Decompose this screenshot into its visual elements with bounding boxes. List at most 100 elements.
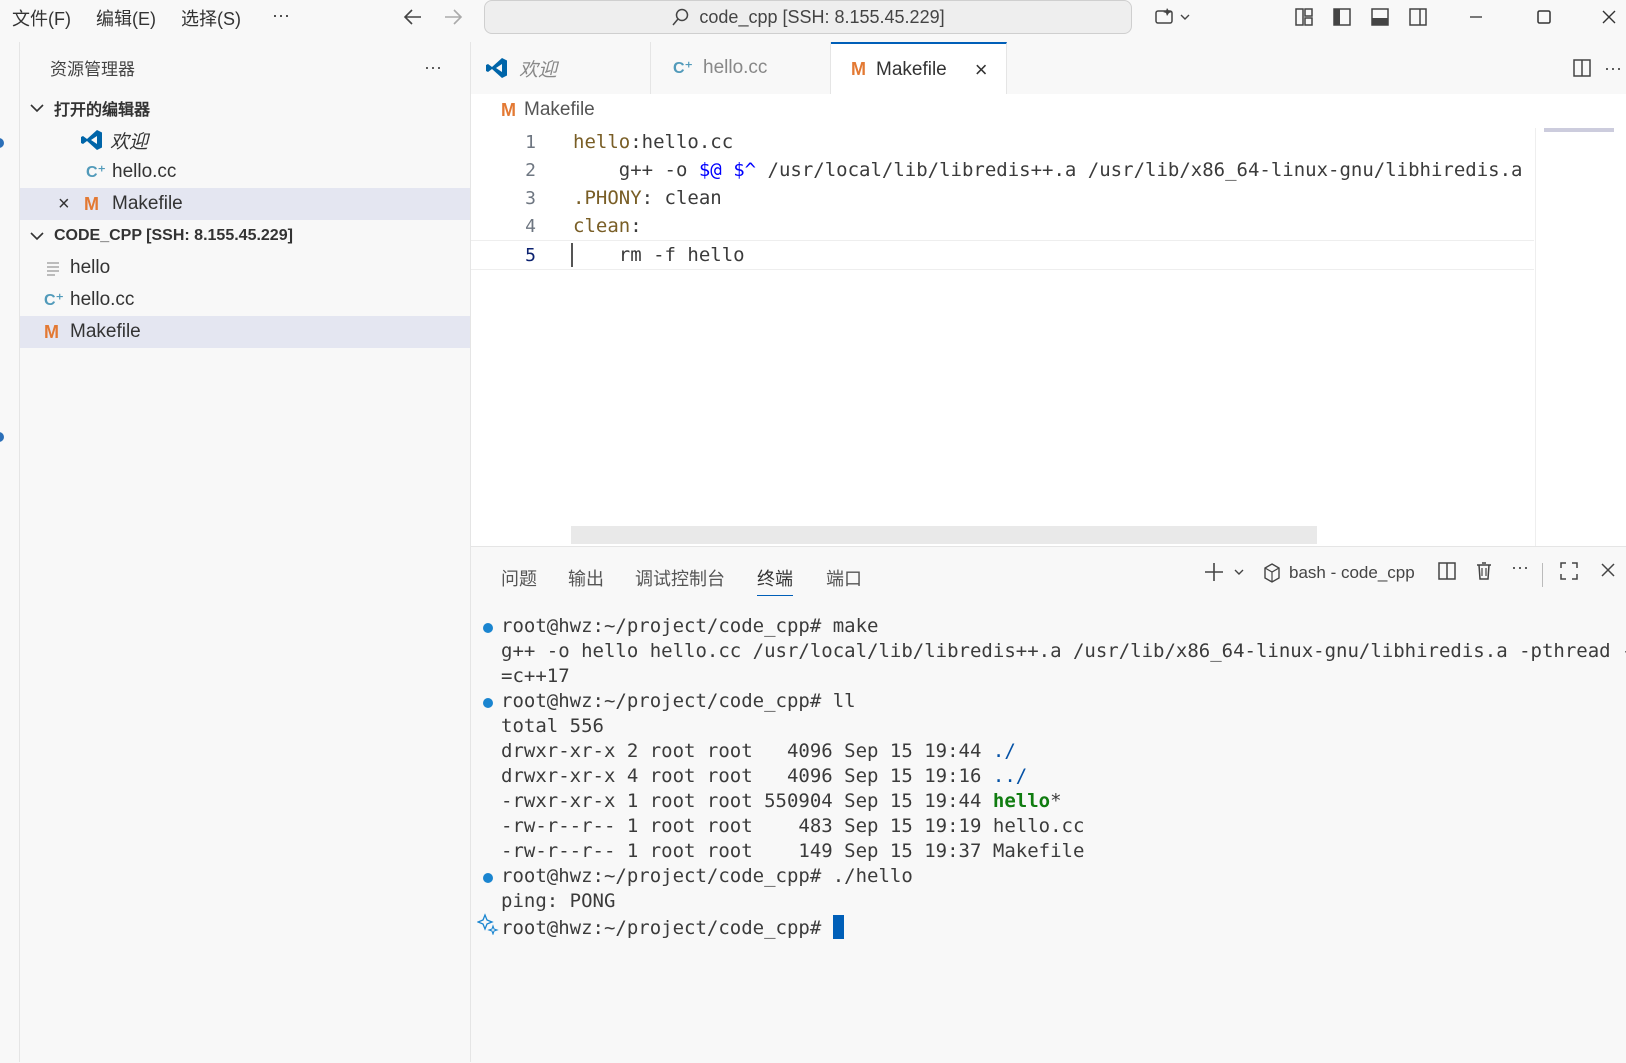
minimize-icon[interactable]	[1456, 0, 1496, 38]
sparkle-icon[interactable]	[477, 913, 499, 935]
open-editor-item[interactable]: C⁺ hello.cc	[20, 156, 470, 188]
breadcrumb[interactable]: M Makefile	[471, 94, 595, 126]
ls-suffix: *	[1050, 790, 1062, 812]
code-text: rm -f hello	[573, 244, 745, 266]
minimap[interactable]	[1535, 128, 1626, 546]
tab-output[interactable]: 输出	[568, 565, 604, 591]
activity-indicator[interactable]	[0, 432, 4, 442]
code-text: g++ -o	[573, 159, 699, 181]
toggle-panel-icon[interactable]	[1366, 0, 1394, 38]
tab-close-icon[interactable]: ×	[975, 57, 988, 83]
new-terminal-icon[interactable]	[1203, 561, 1249, 583]
file-label: Makefile	[70, 321, 141, 342]
menu-file[interactable]: 文件(F)	[12, 5, 71, 31]
activity-bar	[0, 42, 20, 1062]
makefile-icon: M	[44, 321, 59, 342]
editor-more-icon[interactable]: ···	[1601, 42, 1625, 94]
prompt: root@hwz:~/project/code_cpp#	[501, 615, 833, 637]
ls-meta: -rw-r--r-- 1 root root 149 Sep 15 19:37	[501, 840, 993, 862]
makefile-icon: M	[84, 193, 99, 214]
terminal-line: -rw-r--r-- 1 root root 483 Sep 15 19:19 …	[501, 815, 1084, 841]
horizontal-scrollbar[interactable]	[571, 526, 1317, 544]
close-icon[interactable]: ×	[58, 193, 84, 216]
code-line-active[interactable]: 5 rm -f hello	[471, 240, 1534, 270]
minimap-content	[1544, 128, 1614, 132]
ls-meta: drwxr-xr-x 2 root root 4096 Sep 15 19:44	[501, 740, 993, 762]
code-text: /usr/local/lib/libredis++.a /usr/lib/x86…	[756, 159, 1523, 181]
command-status-dot	[483, 873, 493, 883]
terminal-line: root@hwz:~/project/code_cpp# ./hello	[501, 865, 913, 891]
terminal-name: bash - code_cpp	[1289, 563, 1415, 582]
window-close-icon[interactable]	[1592, 0, 1626, 38]
tab-label: 欢迎	[519, 59, 558, 81]
tab-ports[interactable]: 端口	[826, 565, 862, 591]
maximize-panel-icon[interactable]	[1559, 561, 1579, 581]
toggle-sidebar-icon[interactable]	[1328, 0, 1356, 38]
menu-selection[interactable]: 选择(S)	[181, 5, 241, 31]
terminal-line[interactable]: root@hwz:~/project/code_cpp#	[501, 915, 844, 941]
open-editor-item[interactable]: × M Makefile	[20, 188, 470, 220]
file-item[interactable]: C⁺ hello.cc	[20, 284, 470, 316]
command-center[interactable]: code_cpp [SSH: 8.155.45.229]	[484, 0, 1132, 34]
code-line[interactable]: 3 .PHONY: clean	[471, 184, 1531, 212]
terminal-line: drwxr-xr-x 2 root root 4096 Sep 15 19:44…	[501, 740, 1016, 766]
open-editor-label: Makefile	[112, 193, 183, 214]
close-panel-icon[interactable]	[1599, 561, 1617, 579]
line-number: 2	[525, 159, 536, 181]
file-label: hello	[70, 257, 111, 278]
cpp-icon: C⁺	[44, 292, 64, 309]
code-line[interactable]: 2 g++ -o $@ $^ /usr/local/lib/libredis++…	[471, 156, 1531, 184]
maximize-icon[interactable]	[1524, 0, 1564, 38]
terminal-line: root@hwz:~/project/code_cpp# ll	[501, 690, 856, 716]
make-target: .PHONY	[573, 187, 642, 209]
code-text: : clean	[641, 187, 722, 209]
code-editor[interactable]: M Makefile 1 hello:hello.cc 2 g++ -o $@ …	[471, 94, 1626, 546]
tab-makefile[interactable]: M Makefile ×	[831, 42, 1007, 95]
panel-more-icon[interactable]: ···	[1511, 557, 1529, 578]
terminal-icon	[1263, 563, 1281, 583]
ls-meta: -rwxr-xr-x 1 root root 550904 Sep 15 19:…	[501, 790, 993, 812]
copilot-icon[interactable]	[1150, 0, 1196, 38]
code-line[interactable]: 1 hello:hello.cc	[471, 128, 1531, 156]
terminal-line: -rw-r--r-- 1 root root 149 Sep 15 19:37 …	[501, 840, 1084, 866]
ls-name: Makefile	[992, 840, 1085, 862]
file-label: hello.cc	[70, 289, 135, 310]
folder-section[interactable]: CODE_CPP [SSH: 8.155.45.229]	[20, 220, 470, 252]
make-target: hello	[573, 131, 631, 153]
terminal-selector[interactable]: bash - code_cpp	[1263, 563, 1415, 583]
split-terminal-icon[interactable]	[1437, 561, 1457, 581]
customize-layout-icon[interactable]	[1290, 0, 1318, 38]
toggle-secondary-sidebar-icon[interactable]	[1404, 0, 1432, 38]
explorer-more-button[interactable]: ···	[424, 57, 442, 78]
terminal-output[interactable]: root@hwz:~/project/code_cpp# make g++ -o…	[471, 615, 1626, 1055]
open-editors-title: 打开的编辑器	[54, 102, 151, 119]
text-file-icon	[46, 260, 70, 276]
tab-welcome[interactable]: 欢迎	[471, 42, 651, 94]
activity-indicator[interactable]	[0, 138, 4, 148]
terminal-line: -rwxr-xr-x 1 root root 550904 Sep 15 19:…	[501, 790, 1062, 816]
tab-hello-cc[interactable]: C⁺ hello.cc	[651, 42, 831, 94]
code-text: :	[630, 215, 642, 237]
line-number: 1	[525, 131, 536, 153]
split-editor-icon[interactable]	[1567, 42, 1597, 94]
file-item[interactable]: hello	[20, 252, 470, 284]
bottom-panel: 问题 输出 调试控制台 终端 端口 bash - code_cpp ··· ro…	[471, 546, 1626, 1063]
trash-icon[interactable]	[1475, 561, 1493, 581]
cpp-icon: C⁺	[673, 60, 693, 77]
breadcrumb-label: Makefile	[524, 99, 595, 120]
open-editor-label: hello.cc	[112, 161, 177, 182]
open-editors-section[interactable]: 打开的编辑器	[20, 92, 470, 124]
tab-terminal[interactable]: 终端	[757, 565, 793, 596]
tab-problems[interactable]: 问题	[501, 565, 537, 591]
tab-debug-console[interactable]: 调试控制台	[635, 565, 725, 591]
line-number: 5	[525, 244, 536, 266]
forward-arrow-icon[interactable]	[438, 0, 468, 38]
menu-edit[interactable]: 编辑(E)	[96, 5, 156, 31]
back-arrow-icon[interactable]	[398, 0, 428, 38]
file-item[interactable]: M Makefile	[20, 316, 470, 348]
menu-more[interactable]: ···	[272, 5, 290, 26]
prompt: root@hwz:~/project/code_cpp#	[501, 865, 833, 887]
code-line[interactable]: 4 clean:	[471, 212, 1531, 240]
explorer-header: 资源管理器 ···	[20, 50, 470, 84]
open-editor-item[interactable]: 欢迎	[20, 124, 470, 156]
